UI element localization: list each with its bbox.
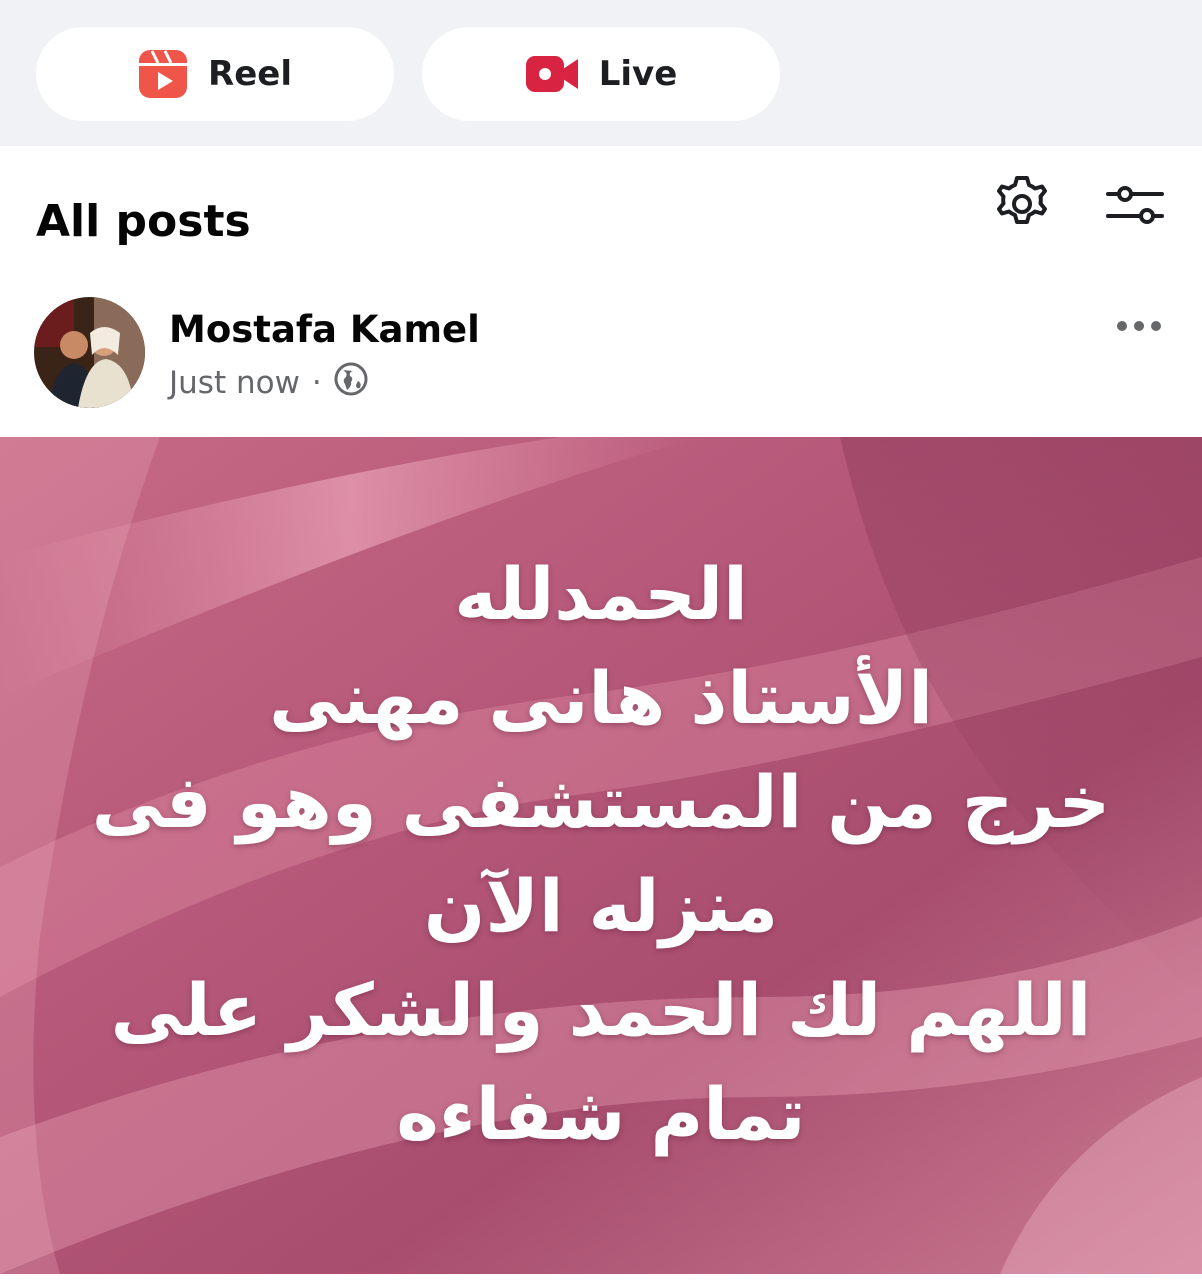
post-image[interactable]: الحمدلله الأستاذ هانى مهنى خرج من المستش… [0,437,1202,1274]
avatar[interactable] [34,297,145,408]
post-text-line: اللهم لك الحمد والشكر على [110,968,1092,1052]
globe-icon[interactable] [334,362,368,404]
meta-separator: · [311,365,322,401]
filter-sliders-icon [1102,186,1166,240]
post-text-line: خرج من المستشفى وهو فى [91,760,1111,844]
post-text-line: الأستاذ هانى مهنى [269,656,933,740]
settings-button[interactable] [990,172,1054,236]
posts-header: All posts [0,146,1202,282]
post-text: الحمدلله الأستاذ هانى مهنى خرج من المستش… [0,542,1202,1166]
more-options-button[interactable] [1112,312,1168,340]
reel-button[interactable]: Reel [36,27,394,121]
post-meta: Just now · [169,362,368,404]
post-text-line: الحمدلله [454,552,748,636]
filter-button[interactable] [1102,172,1166,236]
more-dots-icon [1112,321,1168,344]
post-time[interactable]: Just now [169,365,300,401]
reel-label: Reel [208,54,292,94]
author-name[interactable]: Mostafa Kamel [169,308,480,351]
gear-icon [990,176,1054,240]
live-label: Live [598,54,678,94]
section-title: All posts [36,196,251,247]
video-camera-icon [525,54,579,94]
post-text-line: منزله الآن [423,864,779,948]
reel-icon [138,49,188,99]
composer-bar: Reel Live [0,0,1202,146]
live-button[interactable]: Live [422,27,780,121]
post-text-line: تمام شفاءه [396,1072,806,1156]
post-header: Mostafa Kamel Just now · [0,282,1202,438]
